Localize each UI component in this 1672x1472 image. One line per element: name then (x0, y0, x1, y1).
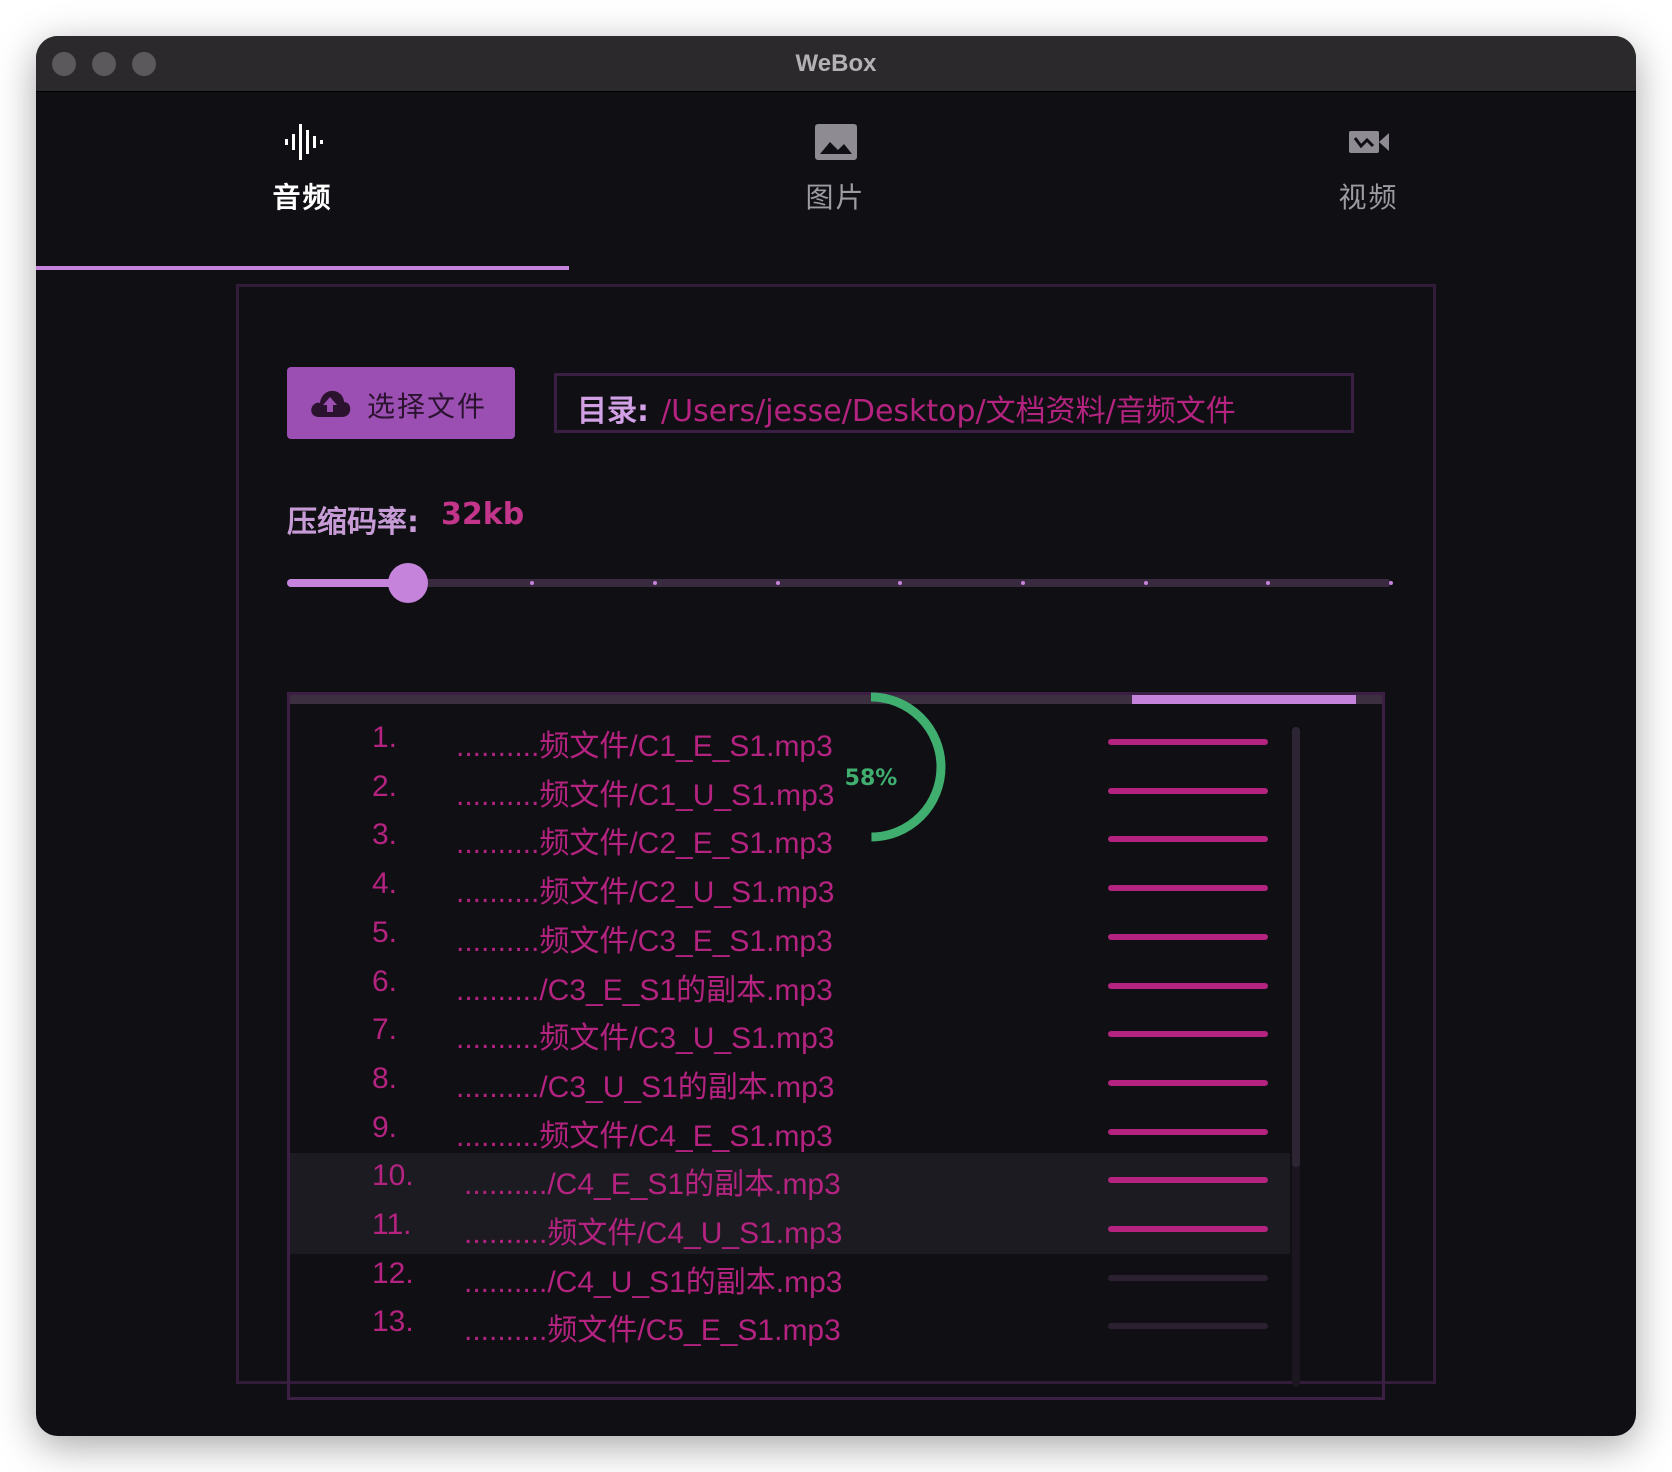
vertical-scrollbar-thumb[interactable] (1292, 727, 1300, 1167)
file-progress-bar (1108, 787, 1268, 794)
bitrate-slider[interactable] (287, 557, 1393, 607)
file-row[interactable]: 11. ..........频文件/C4_U_S1.mp3 (290, 1202, 1290, 1254)
file-index: 3. (372, 818, 398, 852)
file-index: 1. (372, 721, 398, 754)
image-icon (814, 124, 857, 160)
file-name: ..........频文件/C4_U_S1.mp3 (464, 1217, 843, 1250)
file-name: ..........频文件/C5_E_S1.mp3 (464, 1314, 841, 1348)
file-name: ..........频文件/C2_E_S1.mp3 (456, 827, 833, 861)
directory-label: 目录: (577, 394, 649, 429)
file-index: 5. (372, 915, 398, 949)
slider-step-dot (775, 581, 780, 585)
horizontal-scrollbar-thumb[interactable] (1132, 695, 1356, 704)
slider-step-dot (1389, 581, 1393, 585)
file-progress-bar (1108, 933, 1268, 940)
file-row[interactable]: 8. ........../C3_U_S1的副本.mp3 (290, 1056, 1290, 1108)
select-file-button[interactable]: 选择文件 (287, 367, 515, 439)
file-index: 10. (372, 1159, 414, 1193)
file-progress-bar (1108, 1226, 1268, 1232)
file-name: ........../C3_U_S1的副本.mp3 (456, 1070, 835, 1104)
file-index: 4. (372, 867, 398, 901)
tab-video[interactable]: 视频 (1102, 92, 1635, 272)
file-progress-bar (1108, 1128, 1268, 1135)
audio-wave-icon (284, 124, 323, 160)
active-tab-indicator (36, 266, 569, 270)
file-row[interactable]: 4. ..........频文件/C2_U_S1.mp3 (290, 861, 1290, 913)
file-progress-bar (1108, 982, 1268, 989)
file-name: ..........频文件/C3_U_S1.mp3 (456, 1022, 835, 1056)
file-index: 12. (372, 1256, 414, 1290)
file-row[interactable]: 5. ..........频文件/C3_E_S1.mp3 (290, 910, 1290, 962)
file-progress-bar (1108, 739, 1268, 745)
directory-field[interactable]: 目录: /Users/jesse/Desktop/文档资料/音频文件 (554, 373, 1354, 433)
file-progress-bar (1108, 836, 1268, 843)
file-row[interactable]: 12. ........../C4_U_S1的副本.mp3 (290, 1251, 1290, 1303)
file-index: 2. (372, 769, 398, 803)
file-row[interactable]: 9. ..........频文件/C4_E_S1.mp3 (290, 1105, 1290, 1157)
file-progress-bar (1108, 1177, 1268, 1184)
tab-image[interactable]: 图片 (569, 92, 1102, 272)
tab-audio[interactable]: 音频 (36, 92, 569, 272)
select-file-label: 选择文件 (367, 390, 488, 423)
video-camera-icon (1348, 131, 1389, 153)
slider-thumb[interactable] (388, 563, 429, 603)
file-progress-bar (1108, 1274, 1268, 1281)
file-index: 11. (372, 1208, 412, 1241)
file-index: 8. (372, 1061, 398, 1095)
vertical-scrollbar[interactable] (1292, 727, 1300, 1387)
tab-video-label: 视频 (1338, 181, 1399, 214)
directory-path: /Users/jesse/Desktop/文档资料/音频文件 (661, 394, 1236, 429)
progress-percent: 58% (844, 766, 898, 791)
file-name: ........../C4_E_S1的副本.mp3 (464, 1168, 841, 1202)
tab-image-label: 图片 (805, 181, 866, 214)
file-name: ..........频文件/C1_E_S1.mp3 (456, 730, 833, 763)
slider-step-dot (653, 581, 657, 585)
slider-track[interactable] (287, 579, 1391, 587)
tab-bar: 音频 图片 视频 (36, 92, 1636, 272)
slider-step-dot (1021, 581, 1025, 585)
bitrate-value: 32kb (441, 497, 525, 532)
app-window: WeBox 音频 图片 视频 选择文件 目录: /Users/jesse/Des… (36, 36, 1636, 1436)
window-title: WeBox (795, 50, 877, 77)
file-index: 7. (372, 1013, 398, 1047)
file-index: 9. (372, 1110, 398, 1144)
bitrate-label: 压缩码率: (287, 505, 419, 540)
tab-audio-label: 音频 (272, 181, 333, 214)
title-bar: WeBox (36, 36, 1636, 92)
file-row[interactable]: 13. ..........频文件/C5_E_S1.mp3 (290, 1299, 1290, 1351)
file-name: ..........频文件/C4_E_S1.mp3 (456, 1119, 833, 1153)
file-index: 6. (372, 964, 398, 998)
file-progress-bar (1108, 1079, 1268, 1086)
file-row[interactable]: 7. ..........频文件/C3_U_S1.mp3 (290, 1007, 1290, 1059)
file-name: ..........频文件/C3_E_S1.mp3 (456, 924, 833, 958)
slider-step-dot (1143, 581, 1148, 585)
file-name: ........../C4_U_S1的副本.mp3 (464, 1265, 843, 1299)
file-progress-bar (1108, 1031, 1268, 1038)
file-index: 13. (372, 1305, 414, 1339)
file-row[interactable]: 10. ........../C4_E_S1的副本.mp3 (290, 1153, 1290, 1206)
file-row[interactable]: 6. ........../C3_E_S1的副本.mp3 (290, 959, 1290, 1011)
cloud-upload-icon (311, 390, 351, 417)
file-name: ..........频文件/C2_U_S1.mp3 (456, 876, 835, 910)
file-progress-bar (1108, 885, 1268, 892)
file-name: ..........频文件/C1_U_S1.mp3 (456, 778, 835, 812)
file-name: ........../C3_E_S1的副本.mp3 (456, 973, 833, 1007)
file-progress-bar (1108, 1323, 1268, 1330)
